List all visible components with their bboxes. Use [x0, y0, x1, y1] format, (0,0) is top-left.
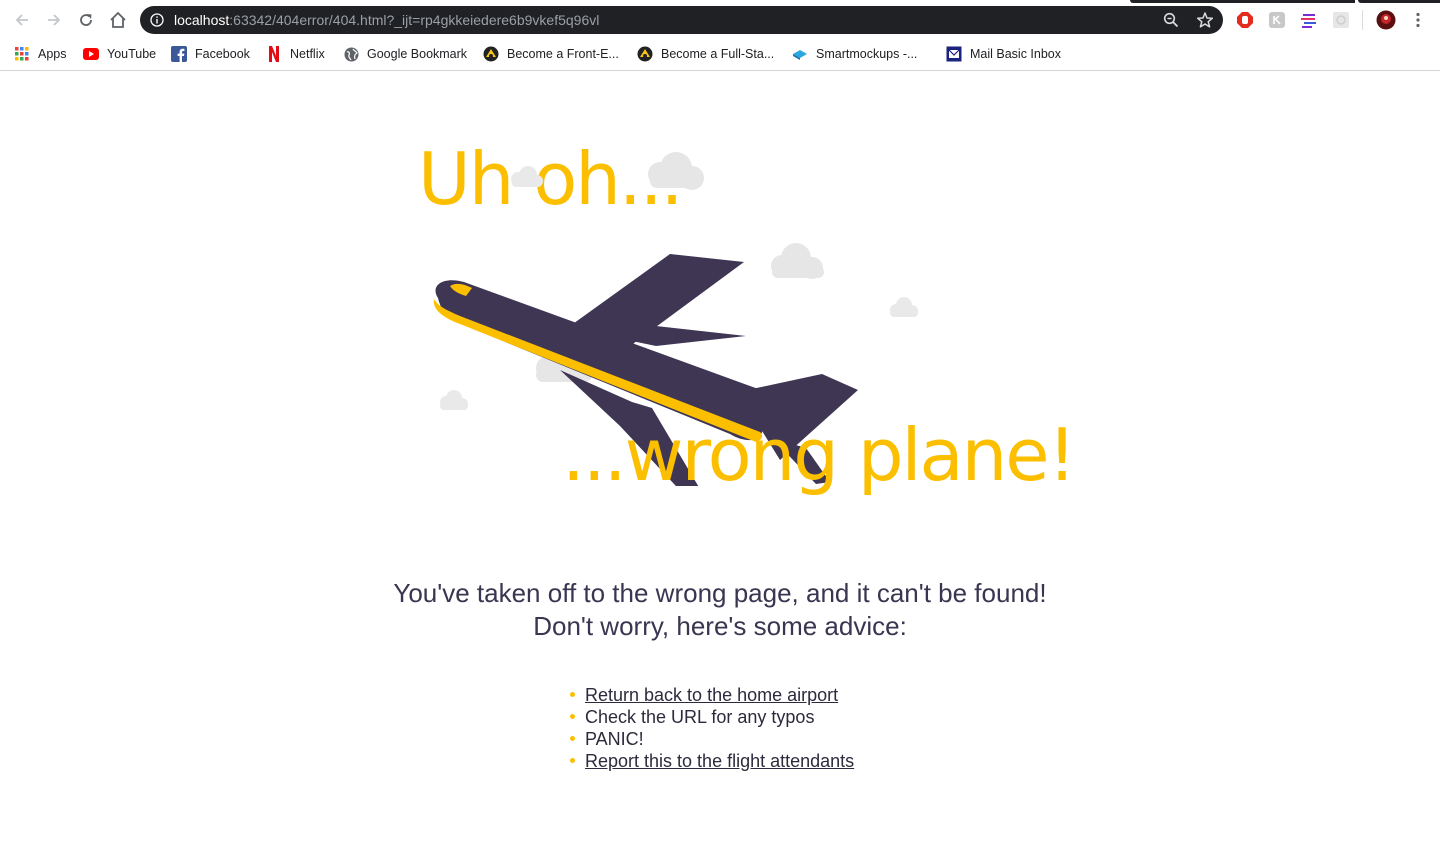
- bookmark-label: Facebook: [195, 47, 250, 61]
- cloud-icon: [511, 166, 543, 187]
- info-icon[interactable]: [150, 13, 164, 27]
- tab-strip-edge: [1358, 0, 1440, 3]
- bookmark-smartmockups[interactable]: Smartmockups -...: [792, 43, 917, 65]
- bullet-icon: [570, 736, 575, 741]
- cloud-icon: [648, 152, 704, 190]
- tab-strip-edge: [1130, 0, 1355, 3]
- youtube-icon: [83, 46, 99, 62]
- advice-item: Return back to the home airport: [568, 684, 854, 706]
- home-airport-link[interactable]: Return back to the home airport: [585, 685, 838, 705]
- bookmark-facebook[interactable]: Facebook: [171, 43, 250, 65]
- message-line: Don't worry, here's some advice:: [533, 611, 907, 641]
- globe-icon: [343, 46, 359, 62]
- bookmark-netflix[interactable]: Netflix: [266, 43, 325, 65]
- bookmark-google[interactable]: Google Bookmark: [343, 43, 467, 65]
- reload-button[interactable]: [74, 8, 98, 32]
- extension-icon[interactable]: [1267, 10, 1287, 30]
- error-page: Uh oh... ...wrong plane! You've taken of…: [0, 71, 1440, 860]
- bookmark-label: Apps: [38, 47, 67, 61]
- bookmark-label: Smartmockups -...: [816, 47, 918, 61]
- bookmark-full-stack[interactable]: Become a Full-Sta...: [637, 43, 774, 65]
- home-icon: [110, 11, 126, 28]
- forward-button[interactable]: [42, 8, 66, 32]
- menu-button[interactable]: [1408, 10, 1428, 30]
- forward-icon: [48, 14, 61, 26]
- bookmark-front-end[interactable]: Become a Front-E...: [483, 43, 619, 65]
- facebook-icon: [171, 46, 187, 62]
- bookmark-mail[interactable]: Mail Basic Inbox: [946, 43, 1061, 65]
- cloud-icon: [890, 297, 918, 317]
- bullet-icon: [570, 692, 575, 697]
- bookmark-label: Mail Basic Inbox: [970, 47, 1062, 61]
- bullet-icon: [570, 758, 575, 763]
- browser-toolbar: localhost:63342/404error/404.html?_ijt=r…: [0, 0, 1440, 40]
- advice-list: Return back to the home airport Check th…: [568, 684, 854, 772]
- cloud-icon: [771, 243, 824, 279]
- menu-icon: [1416, 12, 1420, 28]
- adblock-extension-icon[interactable]: [1235, 10, 1255, 30]
- zoom-icon[interactable]: [1163, 12, 1179, 28]
- back-button[interactable]: [10, 8, 34, 32]
- site-icon: [483, 46, 499, 62]
- back-icon: [15, 14, 28, 26]
- site-icon: [637, 46, 653, 62]
- report-link[interactable]: Report this to the flight attendants: [585, 751, 854, 771]
- bookmark-label: Google Bookmark: [367, 47, 468, 61]
- bookmarks-bar: Apps YouTube Facebook Netflix Google Boo…: [0, 40, 1440, 71]
- toolbar-divider: [1362, 10, 1363, 30]
- advice-item: Report this to the flight attendants: [568, 750, 854, 772]
- url-path: :63342/404error/404.html?_ijt=rp4gkkeied…: [229, 12, 600, 28]
- extension-icon[interactable]: [1299, 10, 1319, 30]
- url-text[interactable]: localhost:63342/404error/404.html?_ijt=r…: [174, 6, 599, 34]
- extension-icon[interactable]: [1331, 10, 1351, 30]
- message-line: You've taken off to the wrong page, and …: [393, 578, 1047, 608]
- advice-text: Check the URL for any typos: [585, 707, 815, 727]
- bullet-icon: [570, 714, 575, 719]
- address-bar[interactable]: localhost:63342/404error/404.html?_ijt=r…: [140, 6, 1223, 34]
- cloud-icon: [440, 390, 468, 410]
- profile-avatar[interactable]: [1376, 10, 1396, 30]
- reload-icon: [80, 14, 92, 26]
- smartmockups-icon: [792, 46, 808, 62]
- bookmark-label: Netflix: [290, 47, 325, 61]
- advice-item: PANIC!: [568, 728, 854, 750]
- advice-item: Check the URL for any typos: [568, 706, 854, 728]
- bookmark-apps[interactable]: Apps: [14, 43, 67, 65]
- bookmark-label: Become a Front-E...: [507, 47, 619, 61]
- apps-grid-icon: [14, 46, 30, 62]
- bookmark-label: Become a Full-Sta...: [661, 47, 775, 61]
- bookmark-youtube[interactable]: YouTube: [83, 43, 156, 65]
- netflix-icon: [266, 46, 282, 62]
- error-message: You've taken off to the wrong page, and …: [320, 577, 1120, 643]
- mail-icon: [946, 46, 962, 62]
- advice-text: PANIC!: [585, 729, 644, 749]
- url-host: localhost: [174, 12, 230, 28]
- bookmark-label: YouTube: [107, 47, 157, 61]
- headline-wrong-plane: ...wrong plane!: [562, 413, 1076, 497]
- star-icon[interactable]: [1196, 11, 1214, 29]
- home-button[interactable]: [106, 8, 130, 32]
